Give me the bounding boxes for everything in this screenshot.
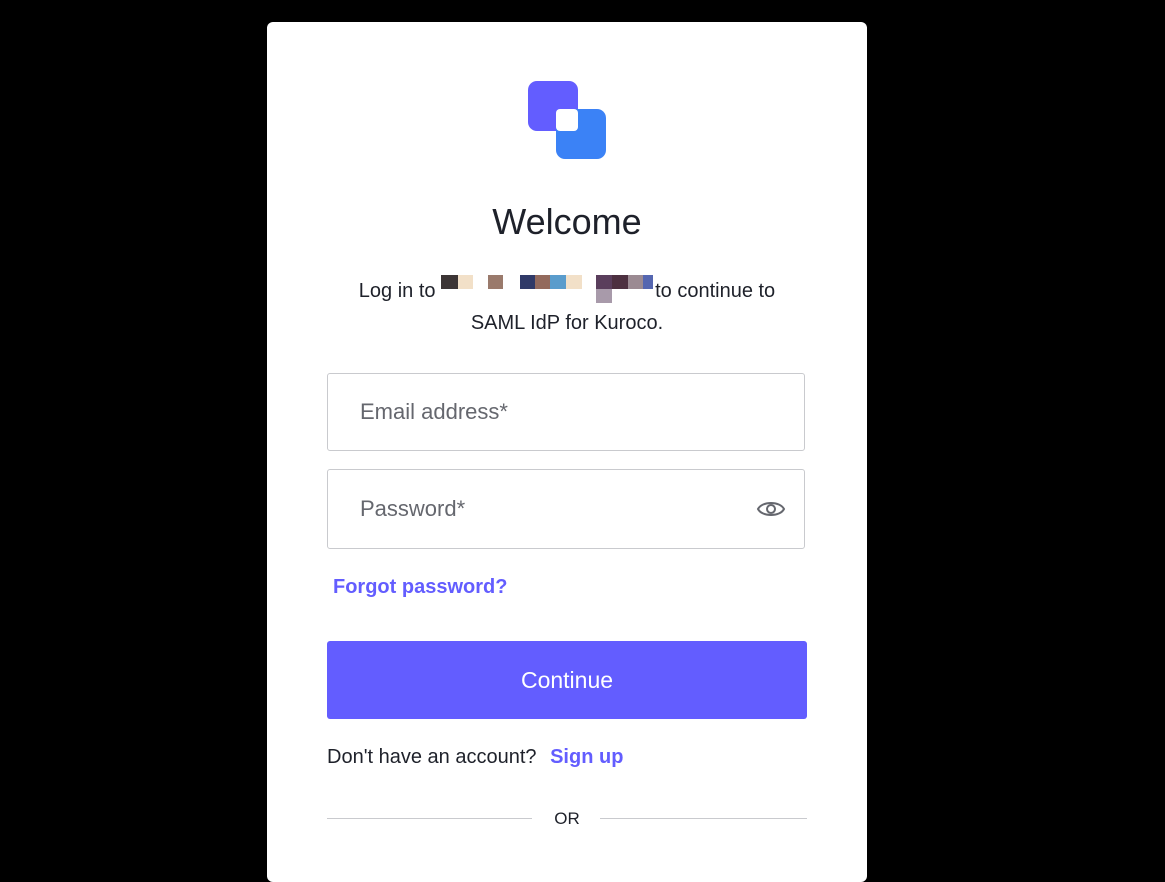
- divider-line-right: [600, 818, 807, 819]
- forgot-password-link[interactable]: Forgot password?: [333, 576, 507, 599]
- signup-row: Don't have an account? Sign up: [327, 746, 623, 769]
- signup-prompt: Don't have an account?: [327, 746, 537, 768]
- login-subtitle: Log in to to continue to SAML IdP for Ku…: [347, 275, 787, 339]
- page-title: Welcome: [492, 201, 642, 242]
- subtitle-prefix: Log in to: [358, 280, 436, 302]
- signup-link[interactable]: Sign up: [550, 746, 623, 768]
- divider-label: OR: [554, 809, 580, 828]
- or-divider: OR: [327, 808, 807, 830]
- email-input[interactable]: [360, 374, 740, 450]
- email-field[interactable]: [327, 373, 805, 451]
- password-field[interactable]: [327, 469, 805, 549]
- redacted-tenant-name: [441, 275, 655, 303]
- eye-icon[interactable]: [756, 496, 786, 522]
- continue-button[interactable]: Continue: [327, 641, 807, 719]
- kuroco-logo-icon: [528, 81, 606, 159]
- password-input[interactable]: [360, 470, 740, 548]
- login-card: Welcome Log in to to continue to SAML Id…: [267, 22, 867, 882]
